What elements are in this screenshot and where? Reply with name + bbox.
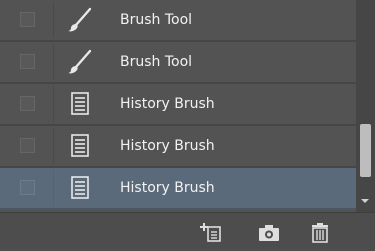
- snapshot-source-checkbox[interactable]: [20, 180, 35, 195]
- brush-icon: [68, 49, 92, 74]
- history-state-label: Brush Tool: [120, 12, 193, 28]
- column-divider: [53, 128, 54, 164]
- history-state-row[interactable]: History Brush: [0, 126, 356, 168]
- history-state-label: History Brush: [120, 96, 215, 112]
- history-state-label: History Brush: [120, 180, 215, 196]
- snapshot-source-checkbox[interactable]: [20, 138, 35, 153]
- new-document-icon: [200, 223, 221, 242]
- history-state-row-selected[interactable]: History Brush: [0, 168, 356, 210]
- document-icon: [71, 176, 89, 199]
- document-icon: [71, 134, 89, 157]
- history-state-row[interactable]: Brush Tool: [0, 42, 356, 84]
- brush-icon: [68, 7, 92, 32]
- history-state-label: Brush Tool: [120, 54, 193, 70]
- column-divider: [53, 2, 54, 38]
- delete-state-button[interactable]: [307, 221, 333, 245]
- scrollbar-thumb[interactable]: [360, 124, 371, 177]
- snapshot-source-checkbox[interactable]: [20, 12, 35, 27]
- column-divider: [53, 44, 54, 80]
- history-panel-footer: [0, 212, 375, 251]
- snapshot-source-checkbox[interactable]: [20, 96, 35, 111]
- camera-icon: [259, 225, 279, 241]
- document-icon: [71, 92, 89, 115]
- history-state-label: History Brush: [120, 138, 215, 154]
- history-state-row[interactable]: History Brush: [0, 84, 356, 126]
- trash-icon: [312, 223, 328, 243]
- history-list: Brush Tool Brush Tool History Brush Hist…: [0, 0, 356, 212]
- scroll-down-arrow-icon[interactable]: [361, 199, 369, 203]
- column-divider: [53, 86, 54, 122]
- create-snapshot-button[interactable]: [256, 221, 282, 245]
- history-panel: Brush Tool Brush Tool History Brush Hist…: [0, 0, 375, 251]
- snapshot-source-checkbox[interactable]: [20, 54, 35, 69]
- history-state-row[interactable]: Brush Tool: [0, 0, 356, 42]
- new-document-from-state-button[interactable]: [198, 221, 224, 245]
- vertical-scrollbar[interactable]: [356, 0, 375, 212]
- column-divider: [53, 170, 54, 206]
